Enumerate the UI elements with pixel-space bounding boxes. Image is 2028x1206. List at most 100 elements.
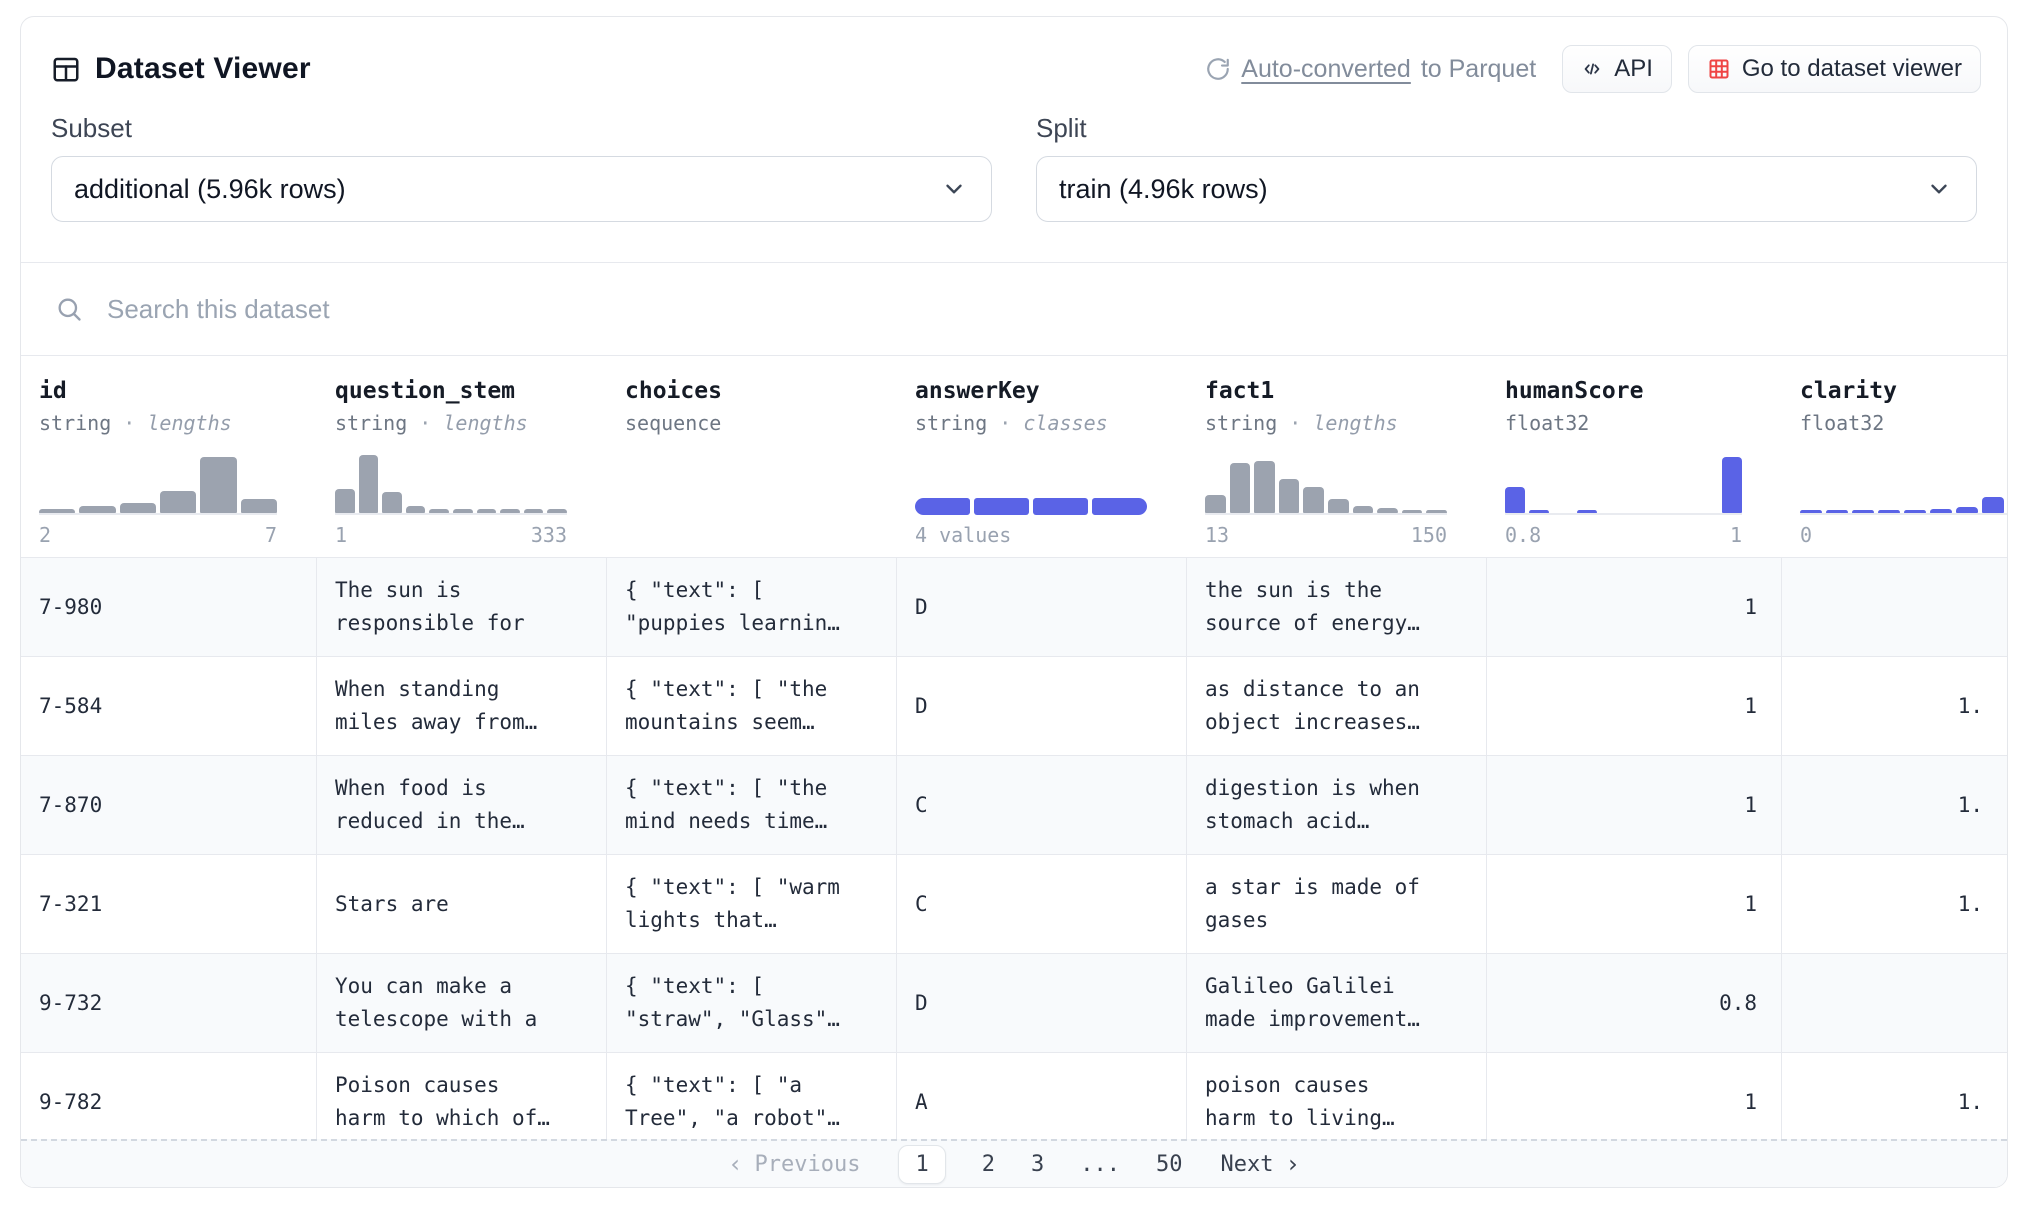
column-type: string · classes <box>915 411 1147 435</box>
cell-text: When standing miles away from… <box>335 673 537 738</box>
cell-answerKey: D <box>897 557 1187 656</box>
cell-text: 9-782 <box>39 1086 102 1119</box>
cell-id: 7-321 <box>21 854 317 953</box>
cell-choices: { "text": [ "warm lights that… <box>607 854 897 953</box>
auto-converted-link[interactable]: Auto-converted to Parquet <box>1205 55 1536 84</box>
cell-choices: { "text": [ "the mountains seem… <box>607 656 897 755</box>
cell-question_stem: When food is reduced in the… <box>317 755 607 854</box>
histogram-bar <box>39 509 75 513</box>
histogram-bars <box>335 455 567 515</box>
type-separator: · <box>1277 411 1313 435</box>
class-segment <box>1033 498 1088 515</box>
histogram-max-label: 1 <box>1730 523 1742 547</box>
previous-button[interactable]: ‹ Previous <box>728 1150 860 1178</box>
page-button-2[interactable]: 2 <box>982 1152 995 1177</box>
histogram-labels: 1333 <box>335 523 567 547</box>
cell-question_stem: Stars are <box>317 854 607 953</box>
cell-fact1: poison causes harm to living… <box>1187 1052 1487 1139</box>
histogram-bar <box>1930 509 1952 513</box>
cell-clarity: 1. <box>1782 1052 2007 1139</box>
cell-text: { "text": [ "the mountains seem… <box>625 673 827 738</box>
class-segment <box>1092 498 1147 515</box>
page-title: Dataset Viewer <box>95 52 311 86</box>
histogram-bars <box>39 457 277 515</box>
column-name: id <box>39 378 67 404</box>
page-button-1[interactable]: 1 <box>898 1145 945 1184</box>
cell-text: { "text": [ "the mind needs time… <box>625 772 827 837</box>
cell-humanScore: 1 <box>1487 656 1782 755</box>
next-label: Next <box>1220 1152 1273 1177</box>
code-icon <box>1581 58 1603 80</box>
column-type: sequence <box>625 411 857 435</box>
histogram-bar <box>1230 463 1251 513</box>
chevron-right-icon: › <box>1285 1150 1299 1178</box>
histogram-bar <box>1722 457 1742 513</box>
chevron-down-icon <box>1926 176 1952 202</box>
next-button[interactable]: Next › <box>1220 1150 1299 1178</box>
page-button-3[interactable]: 3 <box>1031 1152 1044 1177</box>
column-name: answerKey <box>915 378 1040 404</box>
cell-id: 9-782 <box>21 1052 317 1139</box>
page-button-...[interactable]: ... <box>1080 1152 1120 1177</box>
goto-dataset-viewer-button[interactable]: Go to dataset viewer <box>1688 45 1981 93</box>
histogram-bar <box>1426 510 1447 513</box>
cell-text: C <box>915 888 928 921</box>
histogram-labels: 0.81 <box>1505 523 1742 547</box>
column-type-main: string <box>39 411 111 435</box>
class-segment <box>915 498 970 515</box>
column-type-main: string <box>1205 411 1277 435</box>
api-button-label: API <box>1614 55 1653 83</box>
histogram-labels: 4 values <box>915 523 1147 547</box>
red-grid-icon <box>1707 57 1731 81</box>
page-button-50[interactable]: 50 <box>1156 1152 1183 1177</box>
column-type: float32 <box>1505 411 1742 435</box>
cell-text: a star is made of gases <box>1205 871 1420 936</box>
histogram-bar <box>359 455 379 513</box>
histogram-bar <box>1402 510 1423 513</box>
dataset-viewer-page: Dataset Viewer Auto-converted to Parquet <box>0 0 2028 1206</box>
subset-select[interactable]: additional (5.96k rows) <box>51 156 992 222</box>
pagination-bar: ‹ Previous 1 2 3... 50 Next › <box>21 1139 2007 1187</box>
cell-id: 7-584 <box>21 656 317 755</box>
cell-text: Stars are <box>335 888 449 921</box>
search-input[interactable] <box>105 293 1977 326</box>
title-wrap: Dataset Viewer <box>51 52 311 86</box>
column-subtype: classes <box>1023 411 1107 435</box>
column-type-main: float32 <box>1505 411 1589 435</box>
split-selected-value: train (4.96k rows) <box>1059 174 1268 205</box>
cell-humanScore: 1 <box>1487 1052 1782 1139</box>
column-type: string · lengths <box>335 411 567 435</box>
histogram-bar <box>1505 487 1525 513</box>
cell-text: You can make a telescope with a <box>335 970 537 1035</box>
histogram-bar <box>1577 510 1597 513</box>
refresh-icon <box>1205 56 1231 82</box>
cell-text: as distance to an object increases… <box>1205 673 1420 738</box>
column-subtype: lengths <box>443 411 527 435</box>
table-head: idstring · lengths27question_stemstring … <box>21 356 2007 557</box>
cell-clarity: 1. <box>1782 755 2007 854</box>
histogram-bar <box>1982 497 2004 513</box>
column-histogram <box>1800 453 2008 515</box>
column-type: string · lengths <box>1205 411 1447 435</box>
histogram-labels: 27 <box>39 523 277 547</box>
cell-text: { "text": [ "straw", "Glass"… <box>625 970 840 1035</box>
column-histogram <box>1205 453 1447 515</box>
column-header-humanScore: humanScore float32 0.81 <box>1487 378 1782 557</box>
histogram-bars <box>1800 467 2008 515</box>
column-header-fact1: fact1string · lengths13150 <box>1187 378 1487 557</box>
search-bar <box>21 262 2007 356</box>
cell-question_stem: The sun is responsible for <box>317 557 607 656</box>
histogram-bar <box>1826 510 1848 513</box>
cell-text: 1. <box>1958 690 1983 723</box>
cell-text: 7-870 <box>39 789 102 822</box>
column-type-main: sequence <box>625 411 721 435</box>
cell-text: 1 <box>1744 789 1757 822</box>
cell-text: 1. <box>1958 789 1983 822</box>
table-row: 9-732You can make a telescope with a{ "t… <box>21 953 2007 1052</box>
histogram-bar <box>1353 506 1374 513</box>
column-subtype: lengths <box>147 411 231 435</box>
class-segments-bar <box>915 498 1147 515</box>
api-button[interactable]: API <box>1562 45 1672 93</box>
column-name: humanScore <box>1505 378 1643 404</box>
split-select[interactable]: train (4.96k rows) <box>1036 156 1977 222</box>
